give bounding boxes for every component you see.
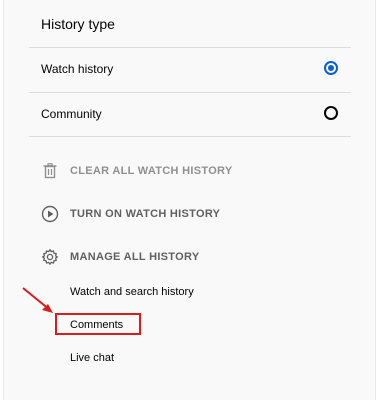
- play-circle-icon: [41, 205, 59, 223]
- history-settings-panel: History type Watch history Community CLE…: [3, 0, 376, 400]
- annotation-arrow-icon: [22, 287, 53, 313]
- radio-button-unchecked[interactable]: [324, 106, 338, 120]
- gear-icon: [41, 248, 59, 266]
- watch-and-search-history-link[interactable]: Watch and search history: [70, 286, 194, 298]
- radio-label-watch-history: Watch history: [41, 62, 114, 76]
- annotation-highlight-box: [55, 313, 141, 335]
- clear-all-watch-history-label: CLEAR ALL WATCH HISTORY: [70, 165, 233, 177]
- history-type-title: History type: [41, 16, 115, 32]
- radio-option-watch-history[interactable]: Watch history: [29, 48, 351, 92]
- manage-all-history-label: MANAGE ALL HISTORY: [70, 251, 200, 263]
- radio-label-community: Community: [41, 107, 102, 121]
- turn-on-watch-history-label: TURN ON WATCH HISTORY: [70, 208, 221, 220]
- radio-button-checked[interactable]: [324, 61, 338, 75]
- trash-icon: [43, 163, 57, 179]
- divider: [29, 136, 351, 137]
- live-chat-link[interactable]: Live chat: [70, 352, 114, 364]
- radio-option-community[interactable]: Community: [29, 93, 351, 137]
